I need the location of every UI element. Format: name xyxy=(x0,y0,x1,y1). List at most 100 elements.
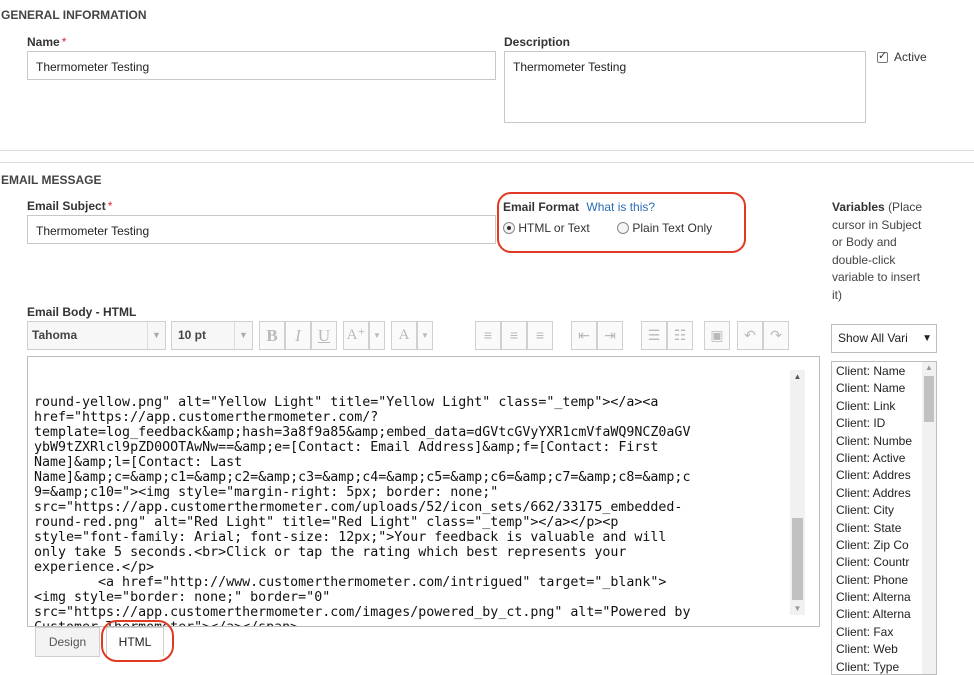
email-subject-input[interactable]: Thermometer Testing xyxy=(27,215,496,244)
chevron-down-icon[interactable]: ▼ xyxy=(369,321,385,350)
variables-title: Variables xyxy=(832,200,885,214)
code-line: Name]&amp;l=[Contact: Last xyxy=(34,455,243,470)
italic-icon[interactable]: I xyxy=(285,321,311,350)
tab-design[interactable]: Design xyxy=(35,627,100,657)
scroll-up-icon[interactable]: ▲ xyxy=(922,362,936,374)
description-label: Description xyxy=(504,35,571,49)
code-line: <img style="border: none;" border="0" xyxy=(34,590,331,605)
variables-items: Client: Name Client: Name Client: Link Clie… xyxy=(832,362,936,674)
font-size-value: 10 pt xyxy=(178,328,207,342)
name-label-text: Name xyxy=(27,35,60,49)
align-right-icon[interactable]: ≡ xyxy=(527,321,553,350)
html-radio[interactable] xyxy=(503,222,515,234)
variables-help: Variables (Place cursor in Subject or Bo… xyxy=(832,199,932,304)
indent-icon[interactable]: ⇥ xyxy=(597,321,623,350)
active-checkbox[interactable] xyxy=(877,49,888,63)
variables-filter-value: Show All Vari xyxy=(838,331,908,345)
underline-icon[interactable]: U xyxy=(311,321,337,350)
variable-item[interactable]: Client: Countr xyxy=(832,554,936,571)
email-format-header: Email Format What is this? xyxy=(503,200,655,214)
scroll-up-icon[interactable]: ▲ xyxy=(790,370,805,384)
variable-item[interactable]: Client: Web xyxy=(832,641,936,658)
code-line: ybW9tZXRlcl9pZD0OOTAwNw==&amp;e=[Contact… xyxy=(34,440,659,455)
variable-item[interactable]: Client: Fax xyxy=(832,624,936,641)
description-textarea[interactable]: Thermometer Testing xyxy=(504,51,866,123)
align-left-icon[interactable]: ≡ xyxy=(475,321,501,350)
plain-option-label: Plain Text Only xyxy=(632,221,713,235)
bold-icon[interactable]: B xyxy=(259,321,285,350)
general-information-heading: GENERAL INFORMATION xyxy=(1,8,147,22)
bullet-list-icon[interactable]: ☷ xyxy=(667,321,693,350)
email-subject-label: Email Subject * xyxy=(27,199,112,213)
font-color-icon[interactable]: A xyxy=(391,321,417,350)
variable-item[interactable]: Client: Addres xyxy=(832,485,936,502)
code-line: <a href="http://www.customerthermometer.… xyxy=(34,575,667,590)
editor-scroll-thumb[interactable] xyxy=(792,518,803,600)
variable-item[interactable]: Client: Alterna xyxy=(832,606,936,623)
required-mark: * xyxy=(107,199,113,213)
variable-item[interactable]: Client: Phone xyxy=(832,572,936,589)
font-family-value: Tahoma xyxy=(32,328,78,342)
code-line: src="https://app.customerthermometer.com… xyxy=(34,500,683,515)
html-tab-highlight xyxy=(101,620,174,662)
format-option-plain[interactable]: Plain Text Only xyxy=(617,221,712,235)
variables-list[interactable]: Client: Name Client: Name Client: Link Clie… xyxy=(831,361,937,675)
insert-image-icon[interactable]: ▣ xyxy=(704,321,730,350)
email-subject-label-text: Email Subject xyxy=(27,199,106,213)
required-mark: * xyxy=(61,35,67,49)
name-input[interactable]: Thermometer Testing xyxy=(27,51,496,80)
superscript-icon[interactable]: A⁺ xyxy=(343,321,369,350)
variable-item[interactable]: Client: Name xyxy=(832,380,936,397)
code-line: Name]&amp;c=&amp;c1=&amp;c2=&amp;c3=&amp… xyxy=(34,470,691,485)
chevron-down-icon: ▼ xyxy=(922,333,932,344)
variable-item[interactable]: Client: City xyxy=(832,502,936,519)
variable-item[interactable]: Client: Addres xyxy=(832,467,936,484)
email-message-heading: EMAIL MESSAGE xyxy=(1,173,102,187)
format-option-html[interactable]: HTML or Text xyxy=(503,221,590,235)
variable-item[interactable]: Client: Zip Co xyxy=(832,537,936,554)
variable-item[interactable]: Client: Alterna xyxy=(832,589,936,606)
html-option-label: HTML or Text xyxy=(518,221,590,235)
scroll-down-icon[interactable]: ▼ xyxy=(790,603,805,615)
variable-item[interactable]: Client: Link xyxy=(832,398,936,415)
editor-scrollbar[interactable]: ▲ ▼ xyxy=(790,370,805,615)
variable-item[interactable]: Client: ID xyxy=(832,415,936,432)
numbered-list-icon[interactable]: ☰ xyxy=(641,321,667,350)
variable-item[interactable]: Client: Name xyxy=(832,363,936,380)
name-label: Name * xyxy=(27,35,66,49)
font-family-select[interactable]: Tahoma ▼ xyxy=(27,321,166,350)
code-line: href="https://app.customerthermometer.co… xyxy=(34,410,379,425)
variable-item[interactable]: Client: Type xyxy=(832,659,936,674)
font-size-select[interactable]: 10 pt ▼ xyxy=(171,321,253,350)
outdent-icon[interactable]: ⇤ xyxy=(571,321,597,350)
redo-icon[interactable]: ↷ xyxy=(763,321,789,350)
what-is-this-link[interactable]: What is this? xyxy=(586,200,655,214)
email-body-html-editor[interactable]: round-yellow.png" alt="Yellow Light" tit… xyxy=(27,356,820,627)
code-line: only take 5 seconds.<br>Click or tap the… xyxy=(34,545,627,560)
email-format-label: Email Format xyxy=(503,200,580,214)
variables-filter-select[interactable]: Show All Vari ▼ xyxy=(831,324,937,353)
chevron-down-icon: ▼ xyxy=(234,322,252,349)
code-line: 9=&amp;c10="><img style="margin-right: 5… xyxy=(34,485,499,500)
chevron-down-icon: ▼ xyxy=(147,322,165,349)
variables-scrollbar[interactable]: ▲ xyxy=(922,362,936,674)
section-divider-top xyxy=(0,150,974,151)
code-line: src="https://app.customerthermometer.com… xyxy=(34,605,691,620)
active-toggle[interactable]: Active xyxy=(877,49,927,64)
code-line: experience.</p> xyxy=(34,560,155,575)
variables-scroll-thumb[interactable] xyxy=(924,376,934,422)
active-label: Active xyxy=(894,50,927,64)
chevron-down-icon[interactable]: ▼ xyxy=(417,321,433,350)
undo-icon[interactable]: ↶ xyxy=(737,321,763,350)
code-line: template=log_feedback&amp;hash=3a8f9a85&… xyxy=(34,425,691,440)
plain-text-radio[interactable] xyxy=(617,222,629,234)
variable-item[interactable]: Client: State xyxy=(832,520,936,537)
variable-item[interactable]: Client: Active xyxy=(832,450,936,467)
code-line: style="font-family: Arial; font-size: 12… xyxy=(34,530,667,545)
align-center-icon[interactable]: ≡ xyxy=(501,321,527,350)
code-line: round-red.png" alt="Red Light" title="Re… xyxy=(34,515,619,530)
code-content: round-yellow.png" alt="Yellow Light" tit… xyxy=(34,395,813,626)
email-body-label: Email Body - HTML xyxy=(27,305,137,319)
editor-toolbar: Tahoma ▼ 10 pt ▼ B I U A⁺ ▼ A ▼ ≡ ≡ ≡ ⇤ … xyxy=(27,321,820,350)
variable-item[interactable]: Client: Numbe xyxy=(832,433,936,450)
